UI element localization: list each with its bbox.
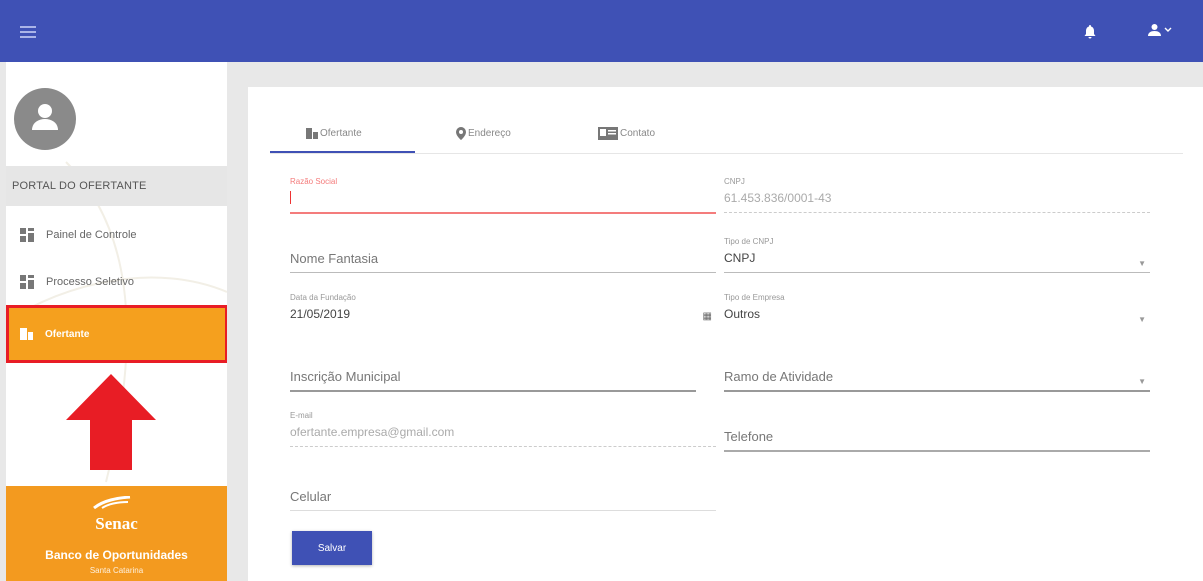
email-label: E-mail — [290, 411, 313, 420]
calendar-icon[interactable]: ▦ — [703, 311, 712, 322]
tab-bar: Ofertante Endereço Contato — [270, 115, 1183, 154]
field-underline — [290, 446, 716, 448]
field-underline — [290, 510, 716, 511]
active-tab-indicator — [270, 151, 415, 153]
tab-label: Contato — [620, 127, 656, 139]
building-icon — [306, 127, 318, 139]
tipo-cnpj-select[interactable]: Tipo de CNPJ CNPJ ▼ — [724, 237, 1150, 273]
inscricao-municipal-input[interactable]: Inscrição Municipal — [290, 369, 696, 385]
email-input[interactable]: ofertante.empresa@gmail.com — [290, 425, 716, 441]
razao-social-input[interactable] — [290, 191, 716, 207]
tipo-empresa-value[interactable]: Outros — [724, 307, 1150, 323]
tab-label: Endereço — [468, 127, 511, 139]
data-fundacao-input[interactable]: 21/05/2019 — [290, 307, 716, 323]
sidebar-item-processo-seletivo[interactable]: Processo Seletivo — [6, 263, 227, 301]
nome-fantasia-field[interactable]: Nome Fantasia — [290, 237, 716, 273]
sidebar-item-ofertante[interactable]: Ofertante — [6, 305, 227, 363]
chevron-down-icon — [1164, 27, 1172, 32]
field-underline — [724, 272, 1150, 273]
dropdown-arrow-icon[interactable]: ▼ — [1138, 259, 1146, 268]
red-arrow-indicator — [66, 374, 156, 475]
ramo-atividade-select[interactable]: Ramo de Atividade ▼ — [724, 355, 1150, 392]
form-card: Ofertante Endereço Contato Razão Social … — [248, 87, 1203, 581]
field-underline — [290, 390, 696, 392]
tab-endereco[interactable]: Endereço — [420, 115, 560, 151]
brand-subtitle: Banco de Oportunidades — [45, 548, 188, 562]
inscricao-municipal-field[interactable]: Inscrição Municipal — [290, 355, 696, 392]
tab-contato[interactable]: Contato — [562, 115, 702, 151]
field-underline — [290, 212, 716, 214]
data-fundacao-label: Data da Fundação — [290, 293, 356, 302]
senac-logo-swoosh-icon — [93, 496, 131, 510]
sidebar: PORTAL DO OFERTANTE Painel de Controle P… — [6, 62, 227, 581]
tipo-cnpj-label: Tipo de CNPJ — [724, 237, 774, 246]
razao-social-label: Razão Social — [290, 177, 338, 186]
tab-label: Ofertante — [320, 127, 362, 139]
cnpj-field[interactable]: CNPJ 61.453.836/0001-43 — [724, 177, 1150, 214]
tipo-cnpj-value[interactable]: CNPJ — [724, 251, 1150, 267]
contact-card-icon — [598, 126, 618, 140]
dashboard-icon — [20, 228, 34, 242]
dropdown-arrow-icon[interactable]: ▼ — [1138, 377, 1146, 386]
tab-ofertante[interactable]: Ofertante — [270, 115, 415, 151]
razao-social-field[interactable]: Razão Social — [290, 177, 716, 214]
top-app-bar — [0, 0, 1203, 62]
telefone-input[interactable]: Telefone — [724, 429, 1150, 445]
ramo-atividade-value[interactable]: Ramo de Atividade — [724, 369, 1150, 385]
telefone-field[interactable]: Telefone — [724, 415, 1150, 452]
portal-title: PORTAL DO OFERTANTE — [6, 166, 227, 206]
field-underline — [724, 450, 1150, 452]
field-underline — [724, 212, 1150, 214]
cnpj-input[interactable]: 61.453.836/0001-43 — [724, 191, 1150, 207]
location-pin-icon — [456, 126, 466, 140]
bell-icon[interactable] — [1084, 25, 1096, 44]
brand-name: Senac — [95, 514, 138, 533]
cnpj-label: CNPJ — [724, 177, 745, 186]
dropdown-arrow-icon[interactable]: ▼ — [1138, 315, 1146, 324]
building-icon — [20, 328, 33, 340]
sidebar-item-label: Processo Seletivo — [46, 276, 135, 288]
celular-field[interactable]: Celular — [290, 475, 716, 511]
person-icon — [1148, 24, 1161, 36]
brand-footer: Senac Banco de Oportunidades Santa Catar… — [6, 486, 227, 581]
sidebar-item-painel-de-controle[interactable]: Painel de Controle — [6, 216, 227, 254]
tipo-empresa-select[interactable]: Tipo de Empresa Outros ▼ — [724, 293, 1150, 324]
save-button[interactable]: Salvar — [292, 531, 372, 565]
user-menu[interactable] — [1148, 24, 1172, 36]
field-underline — [290, 272, 716, 273]
menu-icon[interactable] — [20, 26, 36, 38]
sidebar-item-label: Ofertante — [45, 328, 90, 340]
email-field[interactable]: E-mail ofertante.empresa@gmail.com — [290, 411, 716, 448]
data-fundacao-field[interactable]: Data da Fundação 21/05/2019 ▦ — [290, 293, 716, 323]
sidebar-item-label: Painel de Controle — [46, 229, 137, 241]
dashboard-icon — [20, 275, 34, 289]
avatar[interactable] — [14, 88, 76, 150]
nome-fantasia-input[interactable]: Nome Fantasia — [290, 251, 716, 267]
tipo-empresa-label: Tipo de Empresa — [724, 293, 785, 302]
celular-input[interactable]: Celular — [290, 489, 716, 505]
brand-state: Santa Catarina — [89, 566, 144, 575]
field-underline — [724, 390, 1150, 392]
person-icon — [32, 104, 58, 130]
